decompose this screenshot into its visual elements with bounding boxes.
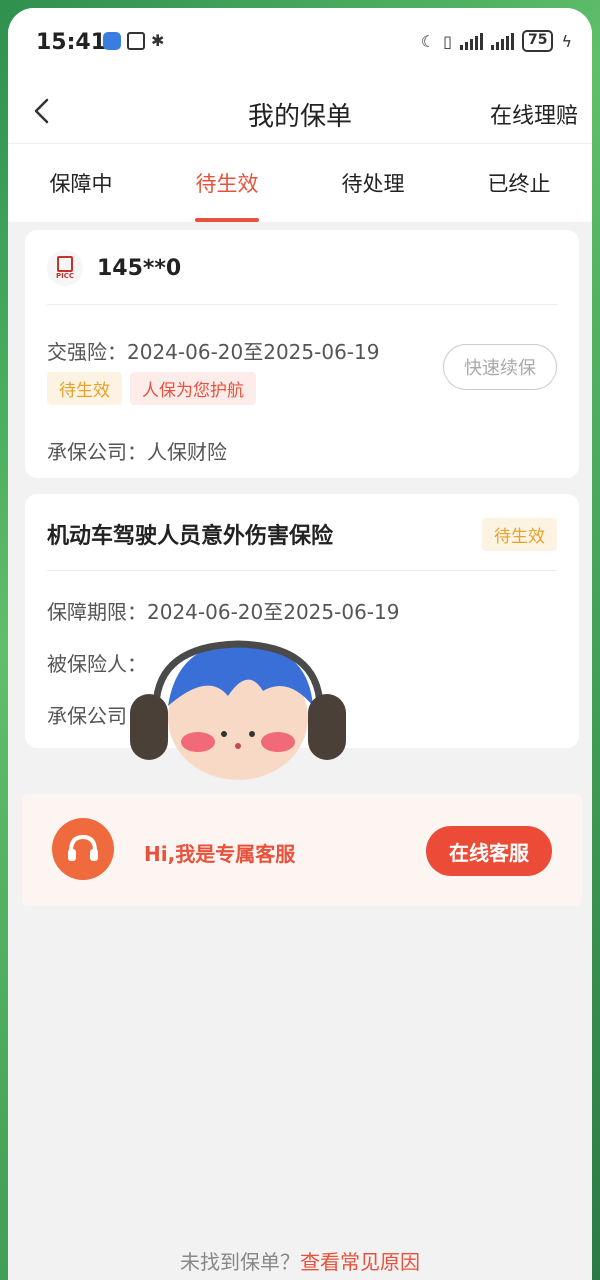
promo-badge: 人保为您护航	[130, 372, 256, 405]
picc-logo-icon	[57, 256, 73, 272]
service-greeting: Hi,我是专属客服	[144, 842, 296, 866]
online-service-button[interactable]: 在线客服	[426, 826, 552, 876]
coverage-period: 保障期限：2024-06-20至2025-06-19	[47, 600, 400, 624]
floating-service-mascot[interactable]	[128, 636, 348, 786]
divider	[47, 304, 557, 305]
insurer-text: 承保公司：人保财险	[47, 440, 227, 464]
quick-renew-button[interactable]: 快速续保	[443, 344, 557, 390]
picc-logo-text: PICC	[55, 272, 74, 280]
moon-icon: ☾	[420, 31, 436, 51]
insurer-label: 承保公司	[47, 704, 127, 728]
signal-icon	[459, 32, 483, 50]
nav-header: 我的保单 在线理赔	[8, 80, 592, 144]
common-reasons-link[interactable]: 查看常见原因	[300, 1250, 420, 1274]
signal2-icon	[490, 32, 514, 50]
picc-logo: PICC	[47, 250, 83, 286]
charging-icon: ϟ	[561, 31, 572, 51]
status-badge: 待生效	[47, 372, 122, 405]
tab-terminated[interactable]: 已终止	[454, 144, 584, 222]
tab-pending-processing[interactable]: 待处理	[308, 144, 438, 222]
battery-icon: 75	[521, 30, 554, 52]
status-bar: 15:41 ✱ ☾ ▯ 75 ϟ	[8, 8, 592, 80]
vibrate-icon: ▯	[443, 31, 452, 51]
status-badge: 待生效	[482, 518, 557, 551]
status-right-icons: ☾ ▯ 75 ϟ	[421, 30, 572, 52]
footer-text: 未找到保单？	[180, 1250, 300, 1274]
tab-in-force[interactable]: 保障中	[16, 144, 146, 222]
policy-card-compulsory[interactable]: PICC 145**0 交强险：2024-06-20至2025-06-19 待生…	[25, 230, 579, 478]
message-icon	[103, 32, 121, 50]
tab-pending-effective[interactable]: 待生效	[162, 144, 292, 222]
status-time: 15:41	[36, 30, 107, 55]
plate-number: 145**0	[97, 256, 182, 281]
tag-group: 待生效 人保为您护航	[47, 372, 256, 405]
phone-screen: 15:41 ✱ ☾ ▯ 75 ϟ 我的保单 在线理赔 保障中 待生效 待处理 已…	[8, 8, 592, 1280]
headset-icon	[52, 818, 114, 880]
nfc-icon	[127, 32, 145, 50]
status-left-icons: ✱	[103, 32, 164, 50]
coverage-period: 交强险：2024-06-20至2025-06-19	[47, 340, 380, 364]
policy-tabs: 保障中 待生效 待处理 已终止	[8, 144, 592, 222]
divider	[47, 570, 557, 571]
footer-help: 未找到保单？查看常见原因	[8, 1246, 592, 1275]
customer-service-banner: Hi,我是专属客服 在线客服	[22, 794, 582, 906]
bluetooth-icon: ✱	[151, 31, 165, 50]
policy-title: 机动车驾驶人员意外伤害保险	[47, 524, 334, 549]
online-claim-link[interactable]: 在线理赔	[490, 98, 578, 130]
